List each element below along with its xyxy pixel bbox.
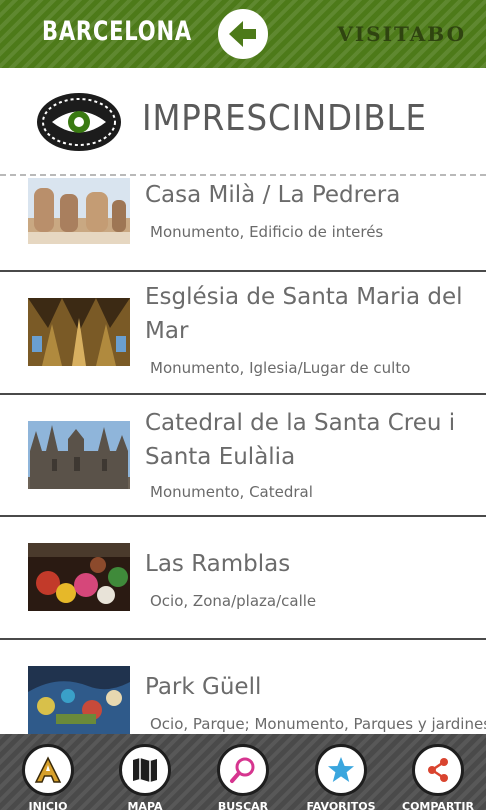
list-item[interactable]: Park Güell Ocio, Parque; Monumento, Parq…: [0, 640, 486, 734]
eye-icon: [37, 93, 121, 151]
place-name: Catedral de la Santa Creu i Santa Eulàli…: [145, 410, 456, 470]
nav-mapa[interactable]: MAPA: [97, 734, 193, 810]
city-title: BARCELONA: [42, 16, 192, 47]
place-category: Monumento, Iglesia/Lugar de culto: [150, 359, 411, 377]
list-item[interactable]: Església de Santa Maria del Mar Monument…: [0, 272, 486, 395]
map-icon: [133, 758, 157, 782]
place-thumbnail: [28, 178, 130, 244]
nav-label: INICIO: [28, 800, 68, 810]
list-item[interactable]: Catedral de la Santa Creu i Santa Eulàli…: [0, 395, 486, 517]
place-thumbnail: [28, 298, 130, 366]
places-list[interactable]: Casa Milà / La Pedrera Monumento, Edific…: [0, 176, 486, 734]
nav-label: FAVORITOS: [306, 800, 376, 810]
nav-label: COMPARTIR: [402, 800, 474, 810]
place-thumbnail: [28, 421, 130, 489]
back-button[interactable]: [218, 9, 268, 59]
bottom-nav: INICIO MAPA BUSCAR FAVORITOS COMPARTIR: [0, 734, 486, 810]
search-icon: [230, 757, 255, 783]
place-name: Església de Santa Maria del Mar: [145, 284, 463, 344]
arrow-left-icon: [229, 21, 256, 47]
list-item[interactable]: Las Ramblas Ocio, Zona/plaza/calle: [0, 517, 486, 640]
place-category: Monumento, Edificio de interés: [150, 223, 384, 241]
place-thumbnail: [28, 666, 130, 734]
place-category: Ocio, Zona/plaza/calle: [150, 592, 317, 610]
nav-compartir[interactable]: COMPARTIR: [390, 734, 486, 810]
place-thumbnail: [28, 543, 130, 611]
nav-inicio[interactable]: INICIO: [0, 734, 96, 810]
header-bar: BARCELONA VISITABO: [0, 0, 486, 68]
nav-label: MAPA: [127, 800, 163, 810]
section-header: IMPRESCINDIBLE: [0, 68, 486, 176]
place-name: Las Ramblas: [145, 551, 291, 577]
star-icon: [328, 757, 354, 782]
place-category: Ocio, Parque; Monumento, Parques y jardi…: [150, 715, 486, 733]
place-name: Casa Milà / La Pedrera: [145, 182, 401, 208]
home-icon: [34, 756, 62, 783]
share-icon: [428, 758, 448, 782]
place-category: Monumento, Catedral: [150, 483, 313, 501]
list-item[interactable]: Casa Milà / La Pedrera Monumento, Edific…: [0, 176, 486, 272]
section-title: IMPRESCINDIBLE: [142, 98, 427, 139]
nav-buscar[interactable]: BUSCAR: [195, 734, 291, 810]
nav-label: BUSCAR: [217, 800, 269, 810]
nav-favoritos[interactable]: FAVORITOS: [293, 734, 389, 810]
place-name: Park Güell: [145, 674, 262, 700]
brand-logo: VISITABO: [337, 22, 466, 46]
